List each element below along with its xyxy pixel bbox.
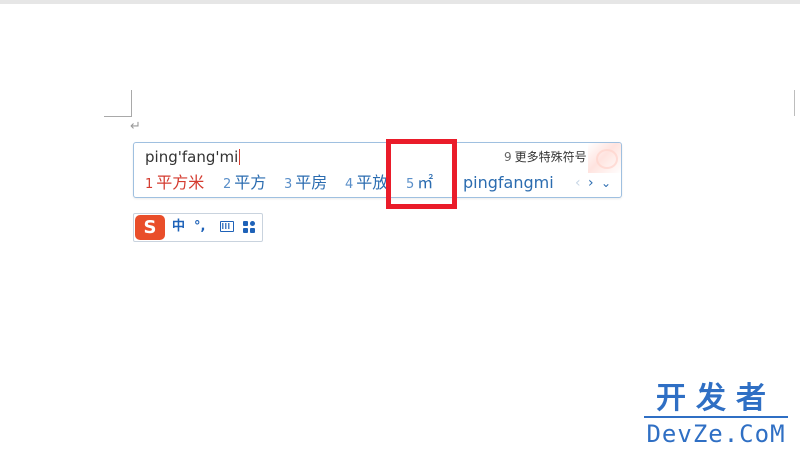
candidate-pinyin[interactable]: pingfangmi xyxy=(463,171,554,195)
candidate-index: 1 xyxy=(145,177,154,192)
composition-string: ping'fang'mi xyxy=(145,147,241,167)
page-margin-mark-horizontal xyxy=(104,116,132,117)
toolbox-icon[interactable] xyxy=(243,221,256,234)
page-margin-mark-vertical xyxy=(131,90,132,117)
punctuation-toggle[interactable]: °, xyxy=(194,217,205,237)
top-border xyxy=(0,0,800,4)
chinese-mode-toggle[interactable]: 中 xyxy=(172,217,185,237)
highlight-box xyxy=(386,139,457,209)
candidate-text: 平房 xyxy=(295,173,328,192)
candidate-text: 平放 xyxy=(356,173,388,192)
watermark-divider xyxy=(644,416,788,418)
logo-letter: S xyxy=(143,217,157,238)
candidate-index: 2 xyxy=(223,177,232,192)
more-symbols-button[interactable]: 9 更多特殊符号 xyxy=(504,149,587,165)
expand-candidates-icon[interactable]: ⌄ xyxy=(601,171,611,195)
site-watermark: 开发者 DevZe.CoM xyxy=(640,382,792,448)
prev-page-icon[interactable]: ‹ xyxy=(575,171,581,195)
watermark-cn: 开发者 xyxy=(656,381,776,416)
candidate-text: 平方 xyxy=(234,173,267,192)
paragraph-mark: ↵ xyxy=(130,119,141,134)
candidate-2[interactable]: 2 平方 xyxy=(223,171,266,197)
more-symbols-label: 更多特殊符号 xyxy=(514,150,587,164)
candidate-3[interactable]: 3 平房 xyxy=(284,171,327,197)
keyboard-icon[interactable] xyxy=(220,221,234,232)
candidate-index: 4 xyxy=(345,177,354,192)
page-margin-mark-right xyxy=(794,90,795,116)
text-cursor xyxy=(239,149,241,165)
composition-text: ping'fang'mi xyxy=(145,148,239,166)
candidate-4[interactable]: 4 平放 xyxy=(345,171,388,197)
candidate-text: 平方米 xyxy=(156,173,205,192)
watermark-en: DevZe.CoM xyxy=(646,420,786,448)
next-page-icon[interactable]: › xyxy=(588,171,594,195)
candidate-list: 1 平方米 2 平方 3 平房 4 平放 5 ㎡ pingfangmi ‹ › ⌄ xyxy=(134,171,621,195)
more-symbols-index: 9 xyxy=(504,150,512,164)
ime-status-bar: S 中 °, xyxy=(133,213,263,242)
candidate-text: pingfangmi xyxy=(463,173,554,192)
ime-candidate-panel: ping'fang'mi 9 更多特殊符号 1 平方米 2 平方 3 平房 4 平放 5 ㎡… xyxy=(133,142,622,198)
sogou-logo-icon[interactable]: S xyxy=(135,215,165,240)
candidate-1[interactable]: 1 平方米 xyxy=(145,171,204,197)
candidate-index: 3 xyxy=(284,177,293,192)
skin-decoration-icon xyxy=(588,143,621,173)
